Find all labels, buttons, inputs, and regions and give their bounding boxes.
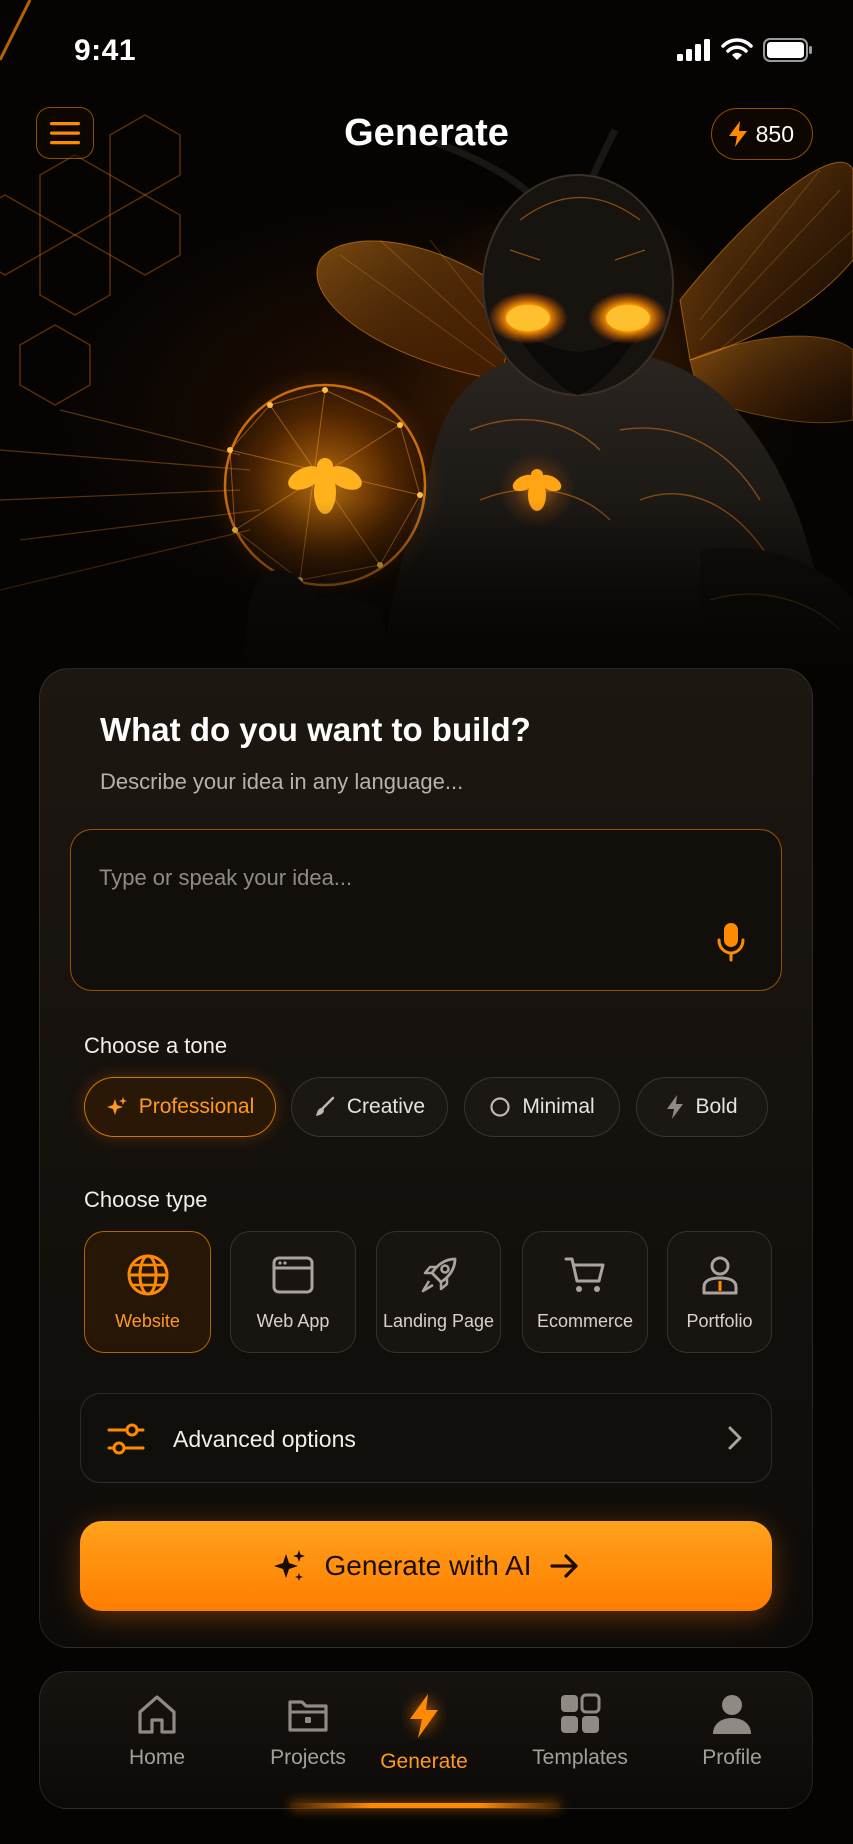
nav-label-templates: Templates — [532, 1746, 628, 1769]
hero-illustration — [0, 0, 853, 680]
tone-label-professional: Professional — [138, 1095, 255, 1118]
hero-fade — [0, 500, 853, 680]
status-icons — [677, 38, 813, 62]
type-label-portfolio: Portfolio — [686, 1310, 753, 1331]
type-portfolio-tile[interactable]: Portfolio — [667, 1231, 772, 1353]
generate-screen: 9:41 Generate 850 What do you want to bu… — [0, 0, 853, 1844]
credits-count: 850 — [755, 120, 794, 147]
rocket-icon — [421, 1257, 456, 1292]
bolt-icon — [728, 121, 747, 147]
nav-label-projects: Projects — [270, 1746, 346, 1769]
cart-icon — [564, 1257, 605, 1292]
tone-selector: Professional Creative Minimal Bold — [84, 1077, 784, 1139]
brush-icon — [315, 1096, 335, 1116]
type-label-landing: Landing Page — [382, 1310, 495, 1331]
nav-item-templates[interactable]: Templates — [510, 1692, 650, 1792]
type-label: Choose type — [84, 1187, 208, 1212]
nav-item-profile[interactable]: Profile — [662, 1692, 802, 1792]
grid-icon — [561, 1693, 601, 1733]
tone-minimal-chip[interactable]: Minimal — [464, 1077, 620, 1137]
tone-label: Choose a tone — [84, 1033, 228, 1058]
advanced-options-row[interactable]: Advanced options — [80, 1393, 772, 1483]
person-badge-icon — [702, 1256, 737, 1294]
tone-bold-chip[interactable]: Bold — [636, 1077, 768, 1137]
bolt-icon — [410, 1694, 438, 1738]
status-time: 9:41 — [74, 34, 137, 67]
nav-label-home: Home — [128, 1746, 186, 1769]
battery-icon — [763, 38, 812, 62]
build-card: What do you want to build? Describe your… — [39, 668, 813, 1648]
card-subtitle: Describe your idea in any language... — [100, 769, 464, 794]
bottom-navigation: Home Projects Generate Templates Profile — [39, 1671, 813, 1809]
sparkle-icon — [106, 1097, 127, 1115]
home-icon — [138, 1695, 176, 1734]
browser-window-icon — [272, 1256, 314, 1293]
type-ecommerce-tile[interactable]: Ecommerce — [522, 1231, 648, 1353]
type-selector: Website Web App Landing Page Ecommerce P… — [84, 1231, 784, 1355]
generate-with-ai-button[interactable]: Generate with AI — [80, 1521, 772, 1611]
circle-icon — [490, 1097, 510, 1117]
nav-label-profile: Profile — [702, 1746, 762, 1769]
sliders-icon — [107, 1423, 145, 1455]
chevron-right-icon — [728, 1426, 742, 1450]
wifi-icon — [721, 38, 753, 60]
advanced-options-label: Advanced options — [173, 1426, 356, 1452]
card-title: What do you want to build? — [100, 711, 531, 748]
active-nav-indicator — [290, 1803, 560, 1808]
tone-label-creative: Creative — [346, 1095, 426, 1118]
type-label-ecommerce: Ecommerce — [536, 1310, 634, 1331]
type-website-tile[interactable]: Website — [84, 1231, 211, 1353]
idea-input[interactable] — [99, 858, 659, 898]
globe-icon — [127, 1254, 168, 1295]
folder-icon — [288, 1700, 328, 1732]
generate-button-label: Generate with AI — [324, 1550, 532, 1581]
type-label-website: Website — [115, 1310, 180, 1331]
status-bar: 9:41 — [0, 0, 853, 100]
bolt-icon — [667, 1095, 684, 1119]
type-label-webapp: Web App — [256, 1310, 330, 1331]
nav-item-generate[interactable]: Generate — [354, 1692, 494, 1792]
microphone-icon — [717, 923, 745, 962]
tone-professional-chip[interactable]: Professional — [84, 1077, 276, 1137]
tone-label-bold: Bold — [695, 1095, 738, 1118]
credits-badge[interactable]: 850 — [710, 108, 813, 160]
arrow-right-icon — [549, 1554, 578, 1578]
idea-input-box[interactable] — [70, 829, 782, 991]
type-landing-tile[interactable]: Landing Page — [376, 1231, 501, 1353]
type-webapp-tile[interactable]: Web App — [230, 1231, 356, 1353]
nav-label-generate: Generate — [380, 1750, 468, 1773]
microphone-button[interactable] — [713, 920, 749, 964]
sparkle-icon — [274, 1550, 306, 1581]
tone-label-minimal: Minimal — [522, 1095, 595, 1118]
signal-icon — [677, 39, 710, 61]
user-icon — [713, 1695, 751, 1734]
nav-item-home[interactable]: Home — [87, 1692, 227, 1792]
tone-creative-chip[interactable]: Creative — [291, 1077, 448, 1137]
